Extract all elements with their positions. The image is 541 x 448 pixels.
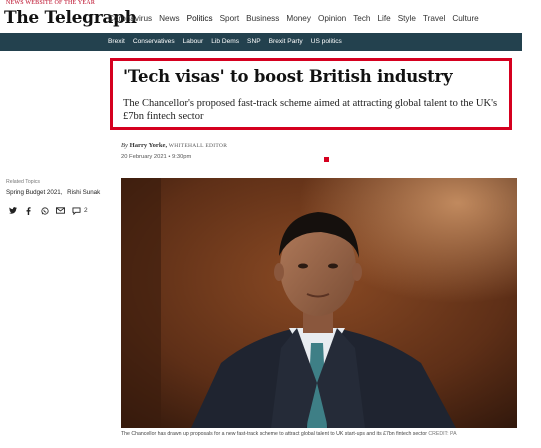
publish-date: 20 February 2021 • 9:30pm bbox=[121, 154, 192, 160]
whatsapp-icon[interactable] bbox=[40, 206, 49, 215]
subnav-snp[interactable]: SNP bbox=[247, 38, 261, 45]
nav-sport[interactable]: Sport bbox=[220, 14, 240, 23]
related-topics: Related Topics Spring Budget 2021, Rishi… bbox=[6, 179, 103, 196]
nav-money[interactable]: Money bbox=[286, 14, 311, 23]
nav-culture[interactable]: Culture bbox=[452, 14, 478, 23]
subnav-labour[interactable]: Labour bbox=[183, 38, 204, 45]
headline-highlight-box: 'Tech visas' to boost British industry T… bbox=[110, 58, 512, 130]
topic-rishi-sunak[interactable]: Rishi Sunak bbox=[67, 189, 100, 196]
article-headline: 'Tech visas' to boost British industry bbox=[123, 67, 453, 86]
nav-life[interactable]: Life bbox=[377, 14, 390, 23]
nav-travel[interactable]: Travel bbox=[423, 14, 445, 23]
facebook-icon[interactable] bbox=[24, 206, 33, 215]
twitter-icon[interactable] bbox=[8, 206, 17, 215]
nav-news[interactable]: News bbox=[159, 14, 179, 23]
email-icon[interactable] bbox=[56, 206, 65, 215]
photo-illustration bbox=[121, 178, 517, 428]
politics-subnav: Brexit Conservatives Labour Lib Dems SNP… bbox=[0, 33, 522, 51]
author-name[interactable]: Harry Yorke, bbox=[130, 142, 167, 149]
live-indicator bbox=[324, 157, 329, 162]
nav-style[interactable]: Style bbox=[398, 14, 416, 23]
subnav-brexit[interactable]: Brexit bbox=[108, 38, 125, 45]
primary-nav: Coronavirus News Politics Sport Business… bbox=[108, 14, 486, 23]
comment-icon[interactable] bbox=[72, 206, 81, 215]
author-role: WHITEHALL EDITOR bbox=[168, 143, 228, 149]
article-standfirst: The Chancellor's proposed fast-track sch… bbox=[123, 98, 498, 122]
nav-opinion[interactable]: Opinion bbox=[318, 14, 346, 23]
nav-coronavirus[interactable]: Coronavirus bbox=[108, 14, 152, 23]
caption-text: The Chancellor has drawn up proposals fo… bbox=[121, 431, 427, 437]
photo-caption: The Chancellor has drawn up proposals fo… bbox=[121, 431, 457, 437]
byline-prefix: By bbox=[121, 142, 128, 149]
nav-politics[interactable]: Politics bbox=[187, 14, 213, 23]
site-header: NEWS WEBSITE OF THE YEAR The Telegraph C… bbox=[0, 0, 541, 33]
topic-spring-budget[interactable]: Spring Budget 2021, bbox=[6, 189, 62, 196]
comment-count[interactable]: 2 bbox=[84, 207, 88, 214]
photo-credit: CREDIT: PA bbox=[428, 431, 457, 437]
subnav-conservatives[interactable]: Conservatives bbox=[133, 38, 175, 45]
nav-business[interactable]: Business bbox=[246, 14, 279, 23]
subnav-lib-dems[interactable]: Lib Dems bbox=[211, 38, 239, 45]
byline: By Harry Yorke, WHITEHALL EDITOR bbox=[121, 142, 227, 149]
subnav-us-politics[interactable]: US politics bbox=[311, 38, 342, 45]
award-banner: NEWS WEBSITE OF THE YEAR bbox=[6, 0, 96, 6]
related-topics-label: Related Topics bbox=[6, 179, 40, 185]
share-bar: 2 bbox=[8, 206, 88, 215]
subnav-brexit-party[interactable]: Brexit Party bbox=[269, 38, 303, 45]
nav-tech[interactable]: Tech bbox=[353, 14, 370, 23]
article-photo-rishi-sunak bbox=[121, 178, 517, 428]
